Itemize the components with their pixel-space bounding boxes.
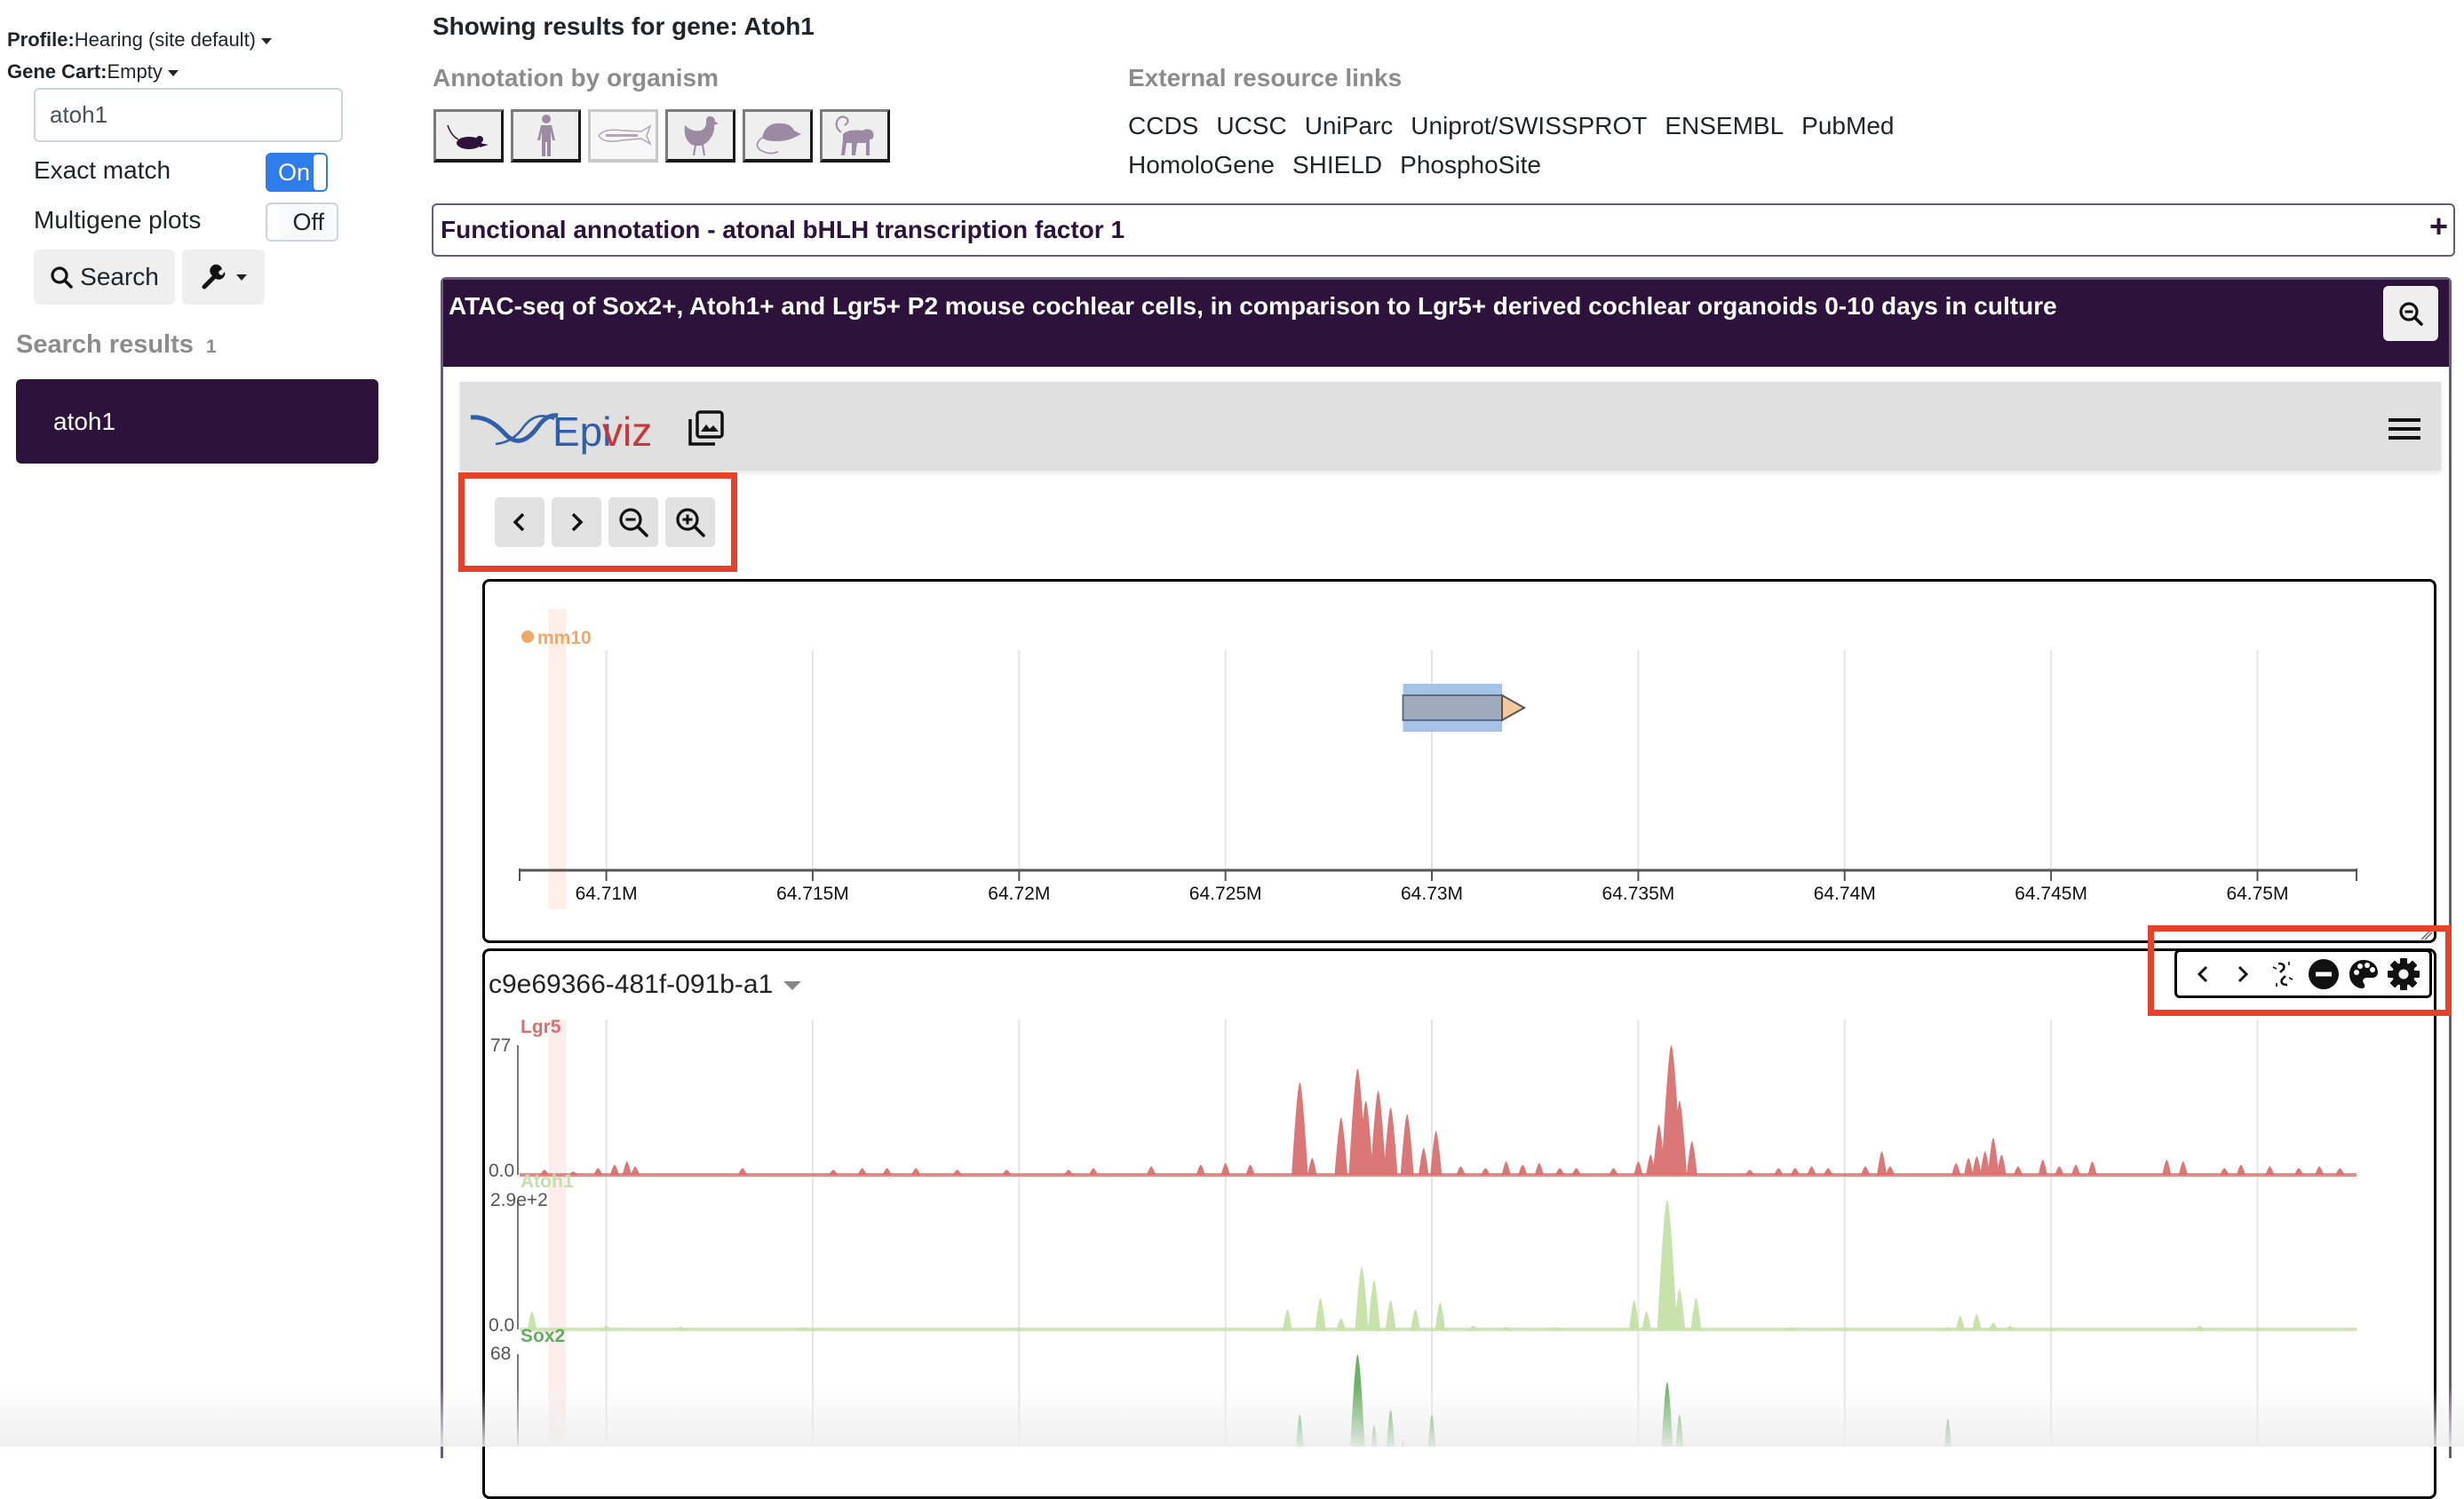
x-tick-label: 64.72M [988,884,1050,904]
gene-strand-arrow [1501,694,1527,722]
chevron-left-icon [2197,965,2207,982]
track-toolbar [2174,949,2432,998]
unlink-icon [2272,961,2293,987]
chevron-right-icon [2237,965,2249,982]
gene-body [1402,694,1504,721]
track-scroll-right-button[interactable] [2224,956,2261,993]
x-tick-label: 64.74M [1814,884,1876,904]
x-tick-label: 64.73M [1401,884,1463,904]
genome-label: mm10 [537,628,592,648]
x-tick-label: 64.715M [776,884,849,904]
region-highlight [548,609,567,909]
x-tick-label: 64.735M [1602,884,1675,904]
x-tick-label: 64.725M [1189,884,1262,904]
minus-circle-icon [2308,958,2339,989]
track-scroll-left-button[interactable] [2184,956,2222,993]
signal-track-id: c9e69366-481f-091b-a1 [489,970,774,999]
settings-button[interactable] [2385,956,2422,993]
gear-icon [2388,957,2420,990]
colors-button[interactable] [2345,956,2382,993]
x-tick-label: 64.745M [2015,884,2087,904]
genome-dot-icon [521,631,534,643]
x-tick-label: 64.71M [576,884,638,904]
genes-track-plot: mm10 64.71M 64.715M 64.72M 64.725M 64.73M 64.7… [519,609,2433,940]
palette-icon [2349,959,2378,988]
signal-track-selector[interactable]: c9e69366-481f-091b-a1 [489,970,802,1000]
x-tick-label: 64.75M [2226,884,2288,904]
remove-track-button[interactable] [2305,956,2342,993]
caret-down-icon [783,981,802,991]
signal-track[interactable] [482,948,2436,1499]
unlink-button[interactable] [2264,956,2301,993]
